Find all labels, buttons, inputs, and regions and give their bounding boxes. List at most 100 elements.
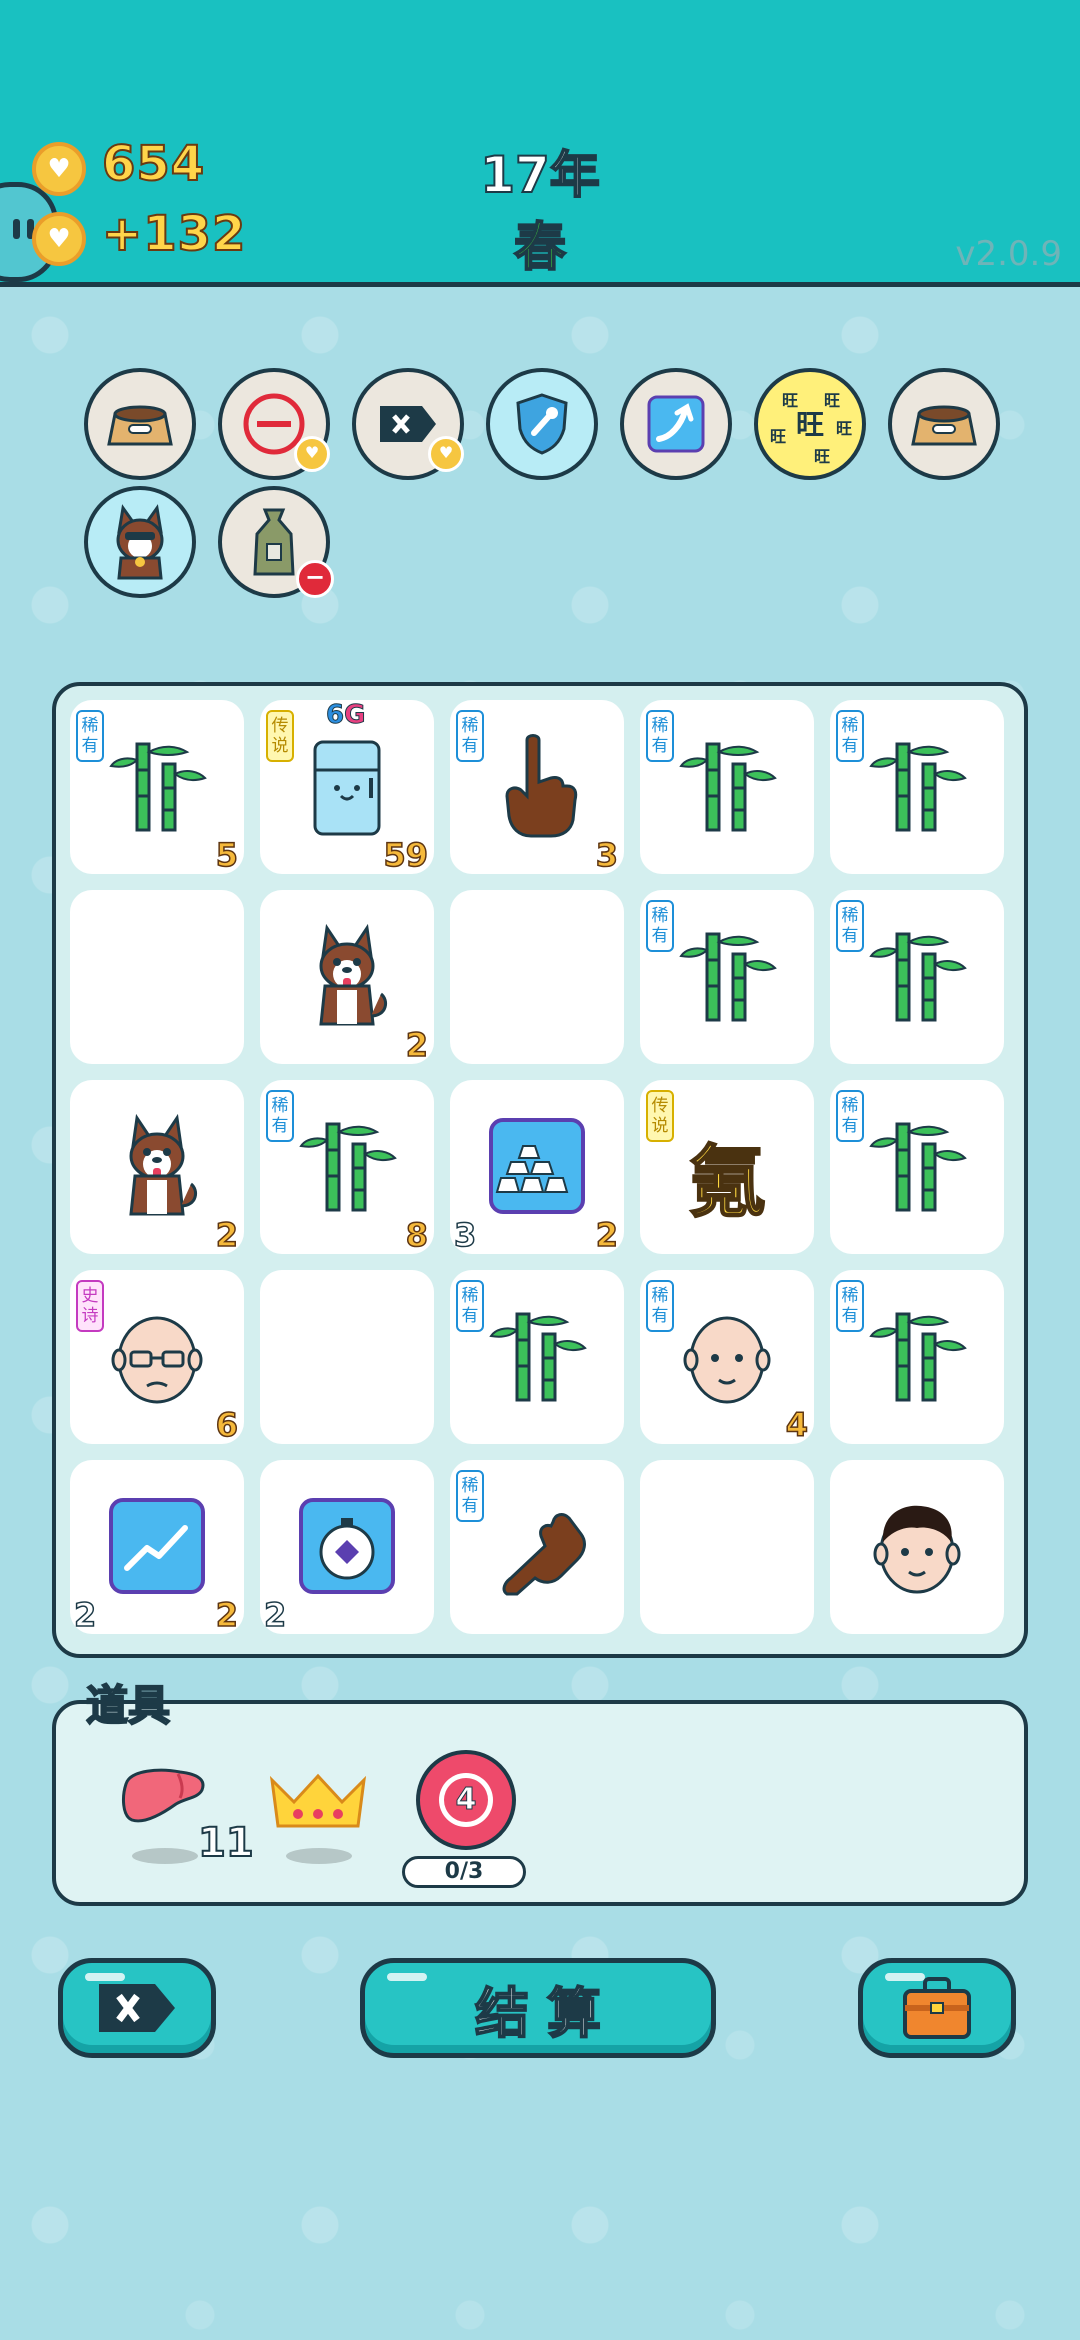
rarity-tag: 稀有 — [836, 900, 864, 952]
slot-pointing-finger-down[interactable]: 稀有 — [450, 1460, 624, 1634]
slot-bamboo[interactable]: 稀有 — [830, 700, 1004, 874]
rarity-tag: 稀有 — [836, 710, 864, 762]
liver-count: 11 — [197, 1819, 255, 1867]
stopwatch-card-icon — [299, 1498, 395, 1594]
bag-button[interactable] — [858, 1958, 1016, 2058]
liver-icon[interactable] — [120, 1764, 210, 1830]
slot-husky[interactable]: 2 — [70, 1080, 244, 1255]
relic-pet-food-bowl-2[interactable] — [888, 368, 1000, 480]
slot-husky[interactable]: 2 — [260, 890, 434, 1065]
slot-bamboo[interactable]: 稀有 — [830, 890, 1004, 1064]
gold-bars-card-icon — [489, 1118, 585, 1214]
rarity-tag: 传说 — [646, 1090, 674, 1142]
slot-stopwatch-card[interactable]: 2 — [260, 1460, 434, 1635]
slot-board: 稀有 5 传说 6G 59 稀有 3 稀有 稀有 2 稀有 稀有 2 稀有 8 2 3 氪传说 稀有 史诗 6 稀有 稀有 4… — [52, 682, 1028, 1658]
relic-shield-wrench[interactable] — [486, 368, 598, 480]
slot-bald-man[interactable]: 稀有 4 — [640, 1270, 814, 1445]
target-icon[interactable]: 4 — [416, 1750, 516, 1850]
props-panel: 11 4 0/3 — [52, 1700, 1028, 1906]
slot-value: 2 — [595, 1215, 619, 1255]
relic-sack[interactable]: − — [218, 486, 334, 598]
slot-value: 2 — [405, 1025, 429, 1065]
rarity-tag: 稀有 — [646, 1280, 674, 1332]
crown-shadow — [286, 1848, 352, 1864]
slot-bamboo[interactable]: 稀有 — [830, 1080, 1004, 1254]
settle-button[interactable]: 结算 — [360, 1958, 716, 2058]
bamboo-icon — [679, 742, 777, 832]
slot-value: 4 — [785, 1405, 809, 1445]
rarity-tag: 稀有 — [646, 900, 674, 952]
heart-badge-icon: ♥ — [428, 436, 464, 472]
rarity-tag: 稀有 — [836, 1090, 864, 1142]
pet-food-bowl-icon — [911, 405, 977, 446]
slot-fridge[interactable]: 传说 6G 59 — [260, 700, 434, 875]
empty-slot[interactable] — [640, 1460, 814, 1634]
pet-food-bowl-icon — [107, 405, 173, 446]
slot-pointing-finger[interactable]: 稀有 3 — [450, 700, 624, 875]
bamboo-icon — [489, 1312, 587, 1402]
slot-counter: 2 — [263, 1595, 287, 1635]
rarity-tag: 稀有 — [456, 1280, 484, 1332]
remove-tag-icon — [380, 406, 436, 442]
minus-badge-icon: − — [296, 560, 334, 598]
rarity-tag: 传说 — [266, 710, 294, 762]
income-amount: +132 — [101, 205, 247, 263]
empty-slot[interactable] — [70, 890, 244, 1064]
rarity-tag: 稀有 — [456, 1470, 484, 1522]
bald-man-icon — [683, 1316, 771, 1404]
slot-bamboo[interactable]: 稀有 5 — [70, 700, 244, 875]
target-progress: 0/3 — [402, 1856, 526, 1888]
bamboo-icon — [109, 742, 207, 832]
empty-slot[interactable] — [450, 890, 624, 1064]
relic-pet-food-bowl[interactable] — [84, 368, 196, 480]
slot-trend-card[interactable]: 22 — [70, 1460, 244, 1635]
rarity-tag: 稀有 — [646, 710, 674, 762]
trend-card-icon — [109, 1498, 205, 1594]
slot-counter: 3 — [453, 1215, 477, 1255]
settle-label: 结算 — [474, 1981, 619, 2046]
slot-kanji[interactable]: 氪传说 — [640, 1080, 814, 1254]
year-label: 17年 — [479, 145, 601, 205]
top-bar: ♥ 654 ♥ +132 17年 春 v2.0.9 — [0, 0, 1080, 287]
storage-label: 6G — [325, 700, 366, 731]
slot-counter: 2 — [73, 1595, 97, 1635]
husky-icon — [319, 923, 388, 1026]
slot-gold-bars[interactable]: 23 — [450, 1080, 624, 1255]
slot-bamboo[interactable]: 稀有 — [640, 890, 814, 1064]
remove-button[interactable] — [58, 1958, 216, 2058]
husky-icon — [129, 1113, 198, 1216]
slot-bamboo[interactable]: 稀有 — [450, 1270, 624, 1444]
bamboo-icon — [299, 1122, 397, 1212]
rarity-tag: 稀有 — [836, 1280, 864, 1332]
coin-count: 654 — [101, 135, 206, 193]
bamboo-icon — [869, 742, 967, 832]
kanji-symbol: 氪 — [687, 1137, 767, 1229]
bamboo-icon — [869, 932, 967, 1022]
liver-shadow — [132, 1848, 198, 1864]
empty-slot[interactable] — [260, 1270, 434, 1444]
income-coin-icon: ♥ — [32, 212, 86, 266]
fridge-icon — [313, 740, 381, 836]
target-number: 4 — [444, 1778, 488, 1822]
slot-value: 8 — [405, 1215, 429, 1255]
relic-husky-dog[interactable] — [84, 486, 196, 598]
slot-bamboo[interactable]: 稀有 — [830, 1270, 1004, 1444]
slot-bamboo[interactable]: 稀有 8 — [260, 1080, 434, 1255]
arrow-card-icon — [647, 395, 705, 453]
relic-wang-coin[interactable]: 旺 旺 旺 旺 旺 旺 — [754, 368, 866, 480]
slot-bamboo[interactable]: 稀有 — [640, 700, 814, 874]
relic-remove-tag[interactable]: ♥ — [352, 368, 464, 480]
slot-old-man[interactable]: 史诗 6 — [70, 1270, 244, 1445]
props-title: 道具 — [85, 1680, 171, 1731]
wang-characters-icon: 旺 旺 旺 旺 旺 旺 — [770, 391, 852, 466]
slot-value: 2 — [215, 1595, 239, 1635]
slot-young-man[interactable] — [830, 1460, 1004, 1634]
relic-arrow-card[interactable] — [620, 368, 732, 480]
heart-badge-icon: ♥ — [294, 436, 330, 472]
rarity-tag: 稀有 — [456, 710, 484, 762]
slot-value: 3 — [595, 835, 619, 875]
relic-no-entry[interactable]: ♥ — [218, 368, 330, 480]
crown-icon[interactable] — [266, 1770, 370, 1834]
season-label: 春 — [513, 217, 567, 279]
pointing-finger-down-icon — [502, 1513, 586, 1596]
